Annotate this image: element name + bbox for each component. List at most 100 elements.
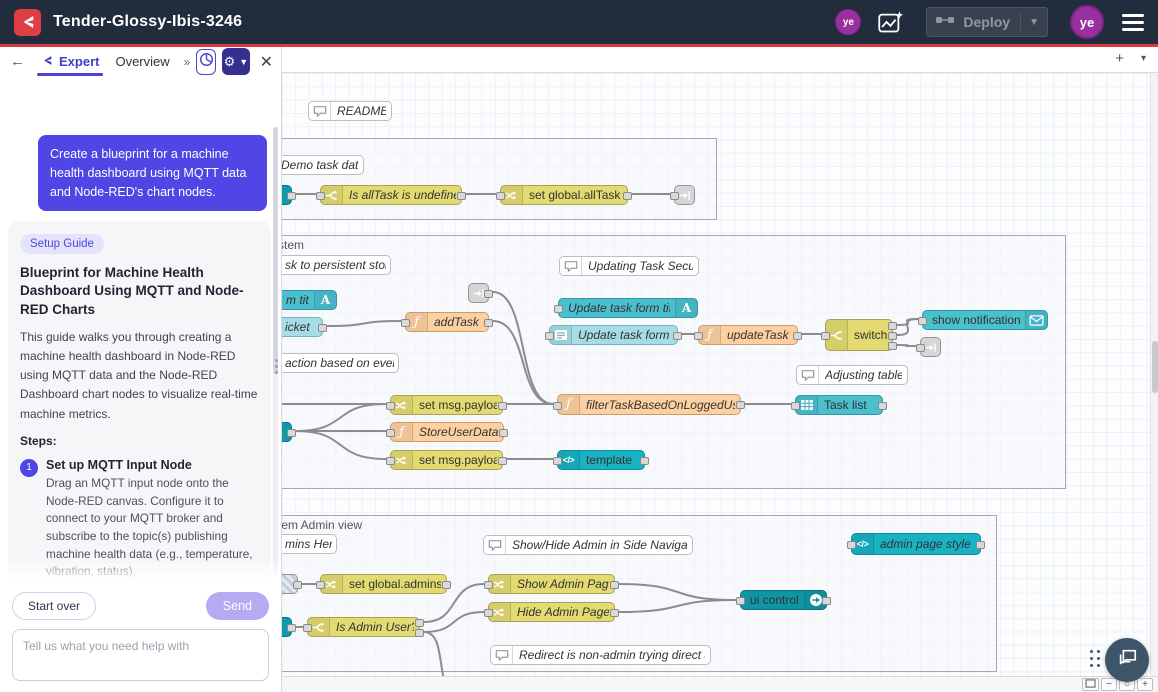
cmt-redirect-node[interactable]: Redirect is non-admin trying direct acce… bbox=[490, 645, 711, 665]
output-port[interactable] bbox=[888, 332, 897, 340]
output-port[interactable] bbox=[484, 290, 493, 298]
avatar-small[interactable]: ye bbox=[835, 9, 861, 35]
input-port[interactable] bbox=[847, 541, 856, 549]
update-task-form-title-node[interactable]: AUpdate task form title bbox=[558, 298, 698, 318]
update-task-form-node[interactable]: Update task form bbox=[549, 325, 678, 345]
add-tab-icon[interactable]: + bbox=[1115, 50, 1124, 67]
output-port[interactable] bbox=[498, 402, 507, 410]
output-port[interactable] bbox=[287, 192, 296, 200]
link-2-node[interactable] bbox=[920, 337, 941, 357]
cmt-persistent-node[interactable]: sk to persistent storage bbox=[282, 255, 391, 275]
avatar-large[interactable]: ye bbox=[1070, 5, 1104, 39]
input-port[interactable] bbox=[694, 332, 703, 340]
output-port[interactable] bbox=[610, 609, 619, 617]
output-port[interactable] bbox=[793, 332, 802, 340]
flowfuse-logo-icon[interactable] bbox=[14, 9, 41, 36]
output-port[interactable] bbox=[293, 581, 302, 589]
output-port[interactable] bbox=[484, 319, 493, 327]
ticket-stub-node[interactable]: icket bbox=[282, 317, 323, 337]
output-port[interactable] bbox=[498, 457, 507, 465]
output-port[interactable] bbox=[640, 457, 649, 465]
set-msg-payload-2-node[interactable]: set msg.payload bbox=[390, 450, 503, 470]
input-port[interactable] bbox=[918, 317, 927, 325]
flow-workspace[interactable]: ystemstem Admin viewREADMEDemo task data… bbox=[282, 73, 1158, 692]
demo-task-data-node[interactable]: Demo task data bbox=[282, 155, 364, 175]
navigator-button[interactable] bbox=[1082, 678, 1099, 691]
output-port[interactable] bbox=[287, 429, 296, 437]
input-port[interactable] bbox=[316, 581, 325, 589]
stub-2-node[interactable] bbox=[282, 422, 292, 442]
show-notification-node[interactable]: show notification bbox=[922, 310, 1048, 330]
cmt-show-hide-admin-node[interactable]: Show/Hide Admin in Side Navigation bbox=[483, 535, 693, 555]
show-admin-page-node[interactable]: Show Admin Page bbox=[488, 574, 615, 594]
admin-page-style-node[interactable]: </>admin page style bbox=[851, 533, 981, 555]
set-msg-payload-1-node[interactable]: set msg.payload bbox=[390, 395, 503, 415]
tab-overview[interactable]: Overview bbox=[107, 47, 177, 76]
form-title-stub-node[interactable]: Am title bbox=[282, 290, 337, 310]
output-port[interactable] bbox=[976, 541, 985, 549]
settings-dropdown-button[interactable]: ⚙▼ bbox=[222, 48, 249, 75]
cmt-mins-here-node[interactable]: mins Here bbox=[282, 534, 337, 554]
add-task-node[interactable]: ƒaddTask bbox=[405, 312, 489, 332]
input-port[interactable] bbox=[554, 305, 563, 313]
output-port[interactable] bbox=[878, 402, 887, 410]
template-node[interactable]: </>template bbox=[557, 450, 645, 470]
output-port[interactable] bbox=[442, 581, 451, 589]
tab-list-caret-icon[interactable]: ▾ bbox=[1141, 53, 1146, 64]
input-port[interactable] bbox=[821, 332, 830, 340]
panel-scrollbar[interactable] bbox=[273, 127, 278, 576]
cmt-updating-task-node[interactable]: Updating Task Securely bbox=[559, 256, 699, 276]
input-port[interactable] bbox=[316, 192, 325, 200]
cmt-adjusting-table-node[interactable]: Adjusting table bbox=[796, 365, 908, 385]
is-admin-user-node[interactable]: Is Admin User? bbox=[307, 617, 420, 637]
stub-3-node[interactable] bbox=[282, 617, 292, 637]
ai-assistant-icon[interactable] bbox=[877, 10, 904, 35]
panel-resize-grip[interactable] bbox=[275, 359, 278, 374]
chevron-down-icon[interactable]: ▼ bbox=[1029, 17, 1039, 28]
is-alltask-undefined-node[interactable]: Is allTask is undefined bbox=[320, 185, 462, 205]
output-port[interactable] bbox=[415, 629, 424, 637]
link-in-node[interactable] bbox=[468, 283, 489, 303]
update-task-node[interactable]: ƒupdateTask bbox=[698, 325, 798, 345]
input-port[interactable] bbox=[401, 319, 410, 327]
switch-2-node[interactable]: switch bbox=[825, 319, 893, 351]
input-port[interactable] bbox=[386, 457, 395, 465]
chevron-double-icon[interactable]: » bbox=[184, 55, 191, 69]
output-port[interactable] bbox=[499, 429, 508, 437]
output-port[interactable] bbox=[673, 332, 682, 340]
cmt-action-event-node[interactable]: action based on event bbox=[282, 353, 399, 373]
stub-hatch-node[interactable] bbox=[282, 574, 298, 594]
input-port[interactable] bbox=[303, 624, 312, 632]
output-port[interactable] bbox=[610, 581, 619, 589]
help-input[interactable] bbox=[12, 629, 269, 681]
input-port[interactable] bbox=[553, 402, 562, 410]
hamburger-menu-icon[interactable] bbox=[1122, 14, 1144, 31]
input-port[interactable] bbox=[484, 609, 493, 617]
output-port[interactable] bbox=[623, 192, 632, 200]
set-global-alltask-node[interactable]: set global.allTask bbox=[500, 185, 628, 205]
stub-1-node[interactable] bbox=[282, 185, 292, 205]
input-port[interactable] bbox=[553, 457, 562, 465]
output-port[interactable] bbox=[888, 322, 897, 330]
tab-expert[interactable]: Expert bbox=[33, 47, 107, 76]
deploy-button[interactable]: Deploy ▼ bbox=[926, 7, 1048, 37]
assistant-chat-fab[interactable] bbox=[1105, 638, 1149, 682]
pie-chart-button[interactable] bbox=[196, 49, 216, 75]
output-port[interactable] bbox=[822, 597, 831, 605]
start-over-button[interactable]: Start over bbox=[12, 592, 96, 620]
close-icon[interactable]: ✕ bbox=[260, 52, 273, 72]
ui-control-node[interactable]: ui control bbox=[740, 590, 827, 610]
input-port[interactable] bbox=[670, 192, 679, 200]
input-port[interactable] bbox=[386, 402, 395, 410]
fab-drag-handle[interactable] bbox=[1090, 650, 1100, 667]
output-port[interactable] bbox=[287, 624, 296, 632]
send-button[interactable]: Send bbox=[206, 592, 269, 620]
input-port[interactable] bbox=[916, 344, 925, 352]
input-port[interactable] bbox=[386, 429, 395, 437]
hide-admin-page-node[interactable]: Hide Admin Page bbox=[488, 602, 615, 622]
back-arrow-icon[interactable]: ← bbox=[10, 53, 25, 70]
input-port[interactable] bbox=[736, 597, 745, 605]
filter-task-node[interactable]: ƒfilterTaskBasedOnLoggedUser bbox=[557, 394, 741, 415]
set-global-admins-node[interactable]: set global.admins bbox=[320, 574, 447, 594]
output-port[interactable] bbox=[318, 324, 327, 332]
